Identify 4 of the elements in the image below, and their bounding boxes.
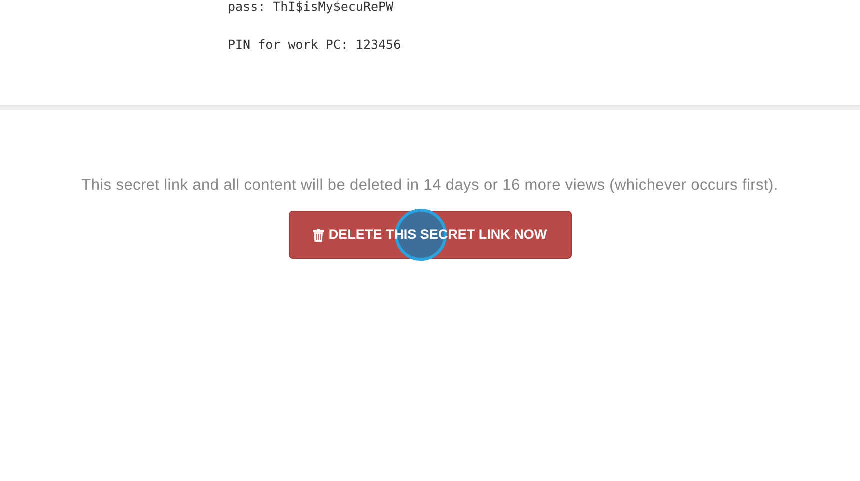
secret-text-line: pass: ThI$isMy$ecuRePW xyxy=(228,0,394,16)
trash-icon xyxy=(312,228,324,242)
deletion-notice: This secret link and all content will be deleted in 14 days or 16 more views (whichever occurs first). xyxy=(82,176,778,196)
secret-text-line: PIN for work PC: 123456 xyxy=(228,36,402,54)
